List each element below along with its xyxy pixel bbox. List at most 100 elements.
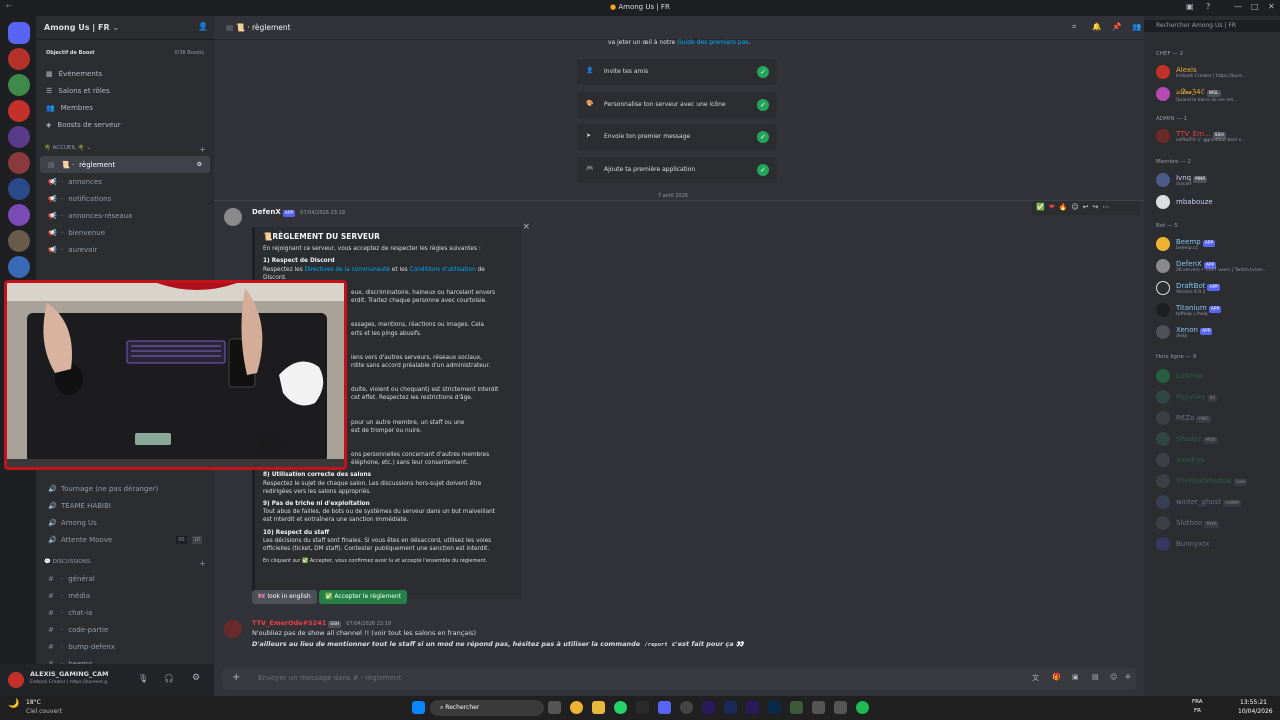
- clock-time[interactable]: 13:55:21: [1240, 699, 1267, 706]
- member-item[interactable]: Slothoo MNR: [1156, 513, 1219, 533]
- heart-reaction-icon[interactable]: ❤: [1049, 203, 1055, 213]
- task-view-icon[interactable]: [548, 701, 561, 714]
- forward-icon[interactable]: ↪: [1093, 203, 1099, 213]
- avatar[interactable]: [8, 672, 24, 688]
- search-input[interactable]: Rechercher Among Us | FR: [1144, 20, 1280, 32]
- server-icon[interactable]: [8, 74, 30, 96]
- audition-icon[interactable]: [724, 701, 737, 714]
- add-channel-icon[interactable]: +: [199, 559, 206, 568]
- avatar[interactable]: [224, 208, 242, 226]
- menu-channels-roles[interactable]: ☰ Salons et rôles: [36, 83, 214, 100]
- taskbar-search[interactable]: ⌕ Rechercher: [430, 700, 544, 716]
- author-name[interactable]: DefenX: [252, 208, 281, 216]
- windows-start-icon[interactable]: [412, 701, 425, 714]
- reply-icon[interactable]: ↩: [1083, 203, 1089, 213]
- minimize-icon[interactable]: —: [1234, 2, 1242, 11]
- menu-boosts[interactable]: ◈ Boosts de serveur: [36, 117, 214, 134]
- member-item[interactable]: Popy0xe Kll: [1156, 387, 1217, 407]
- voice-channel[interactable]: 🔊 Among Us: [40, 514, 210, 531]
- channel-beemo[interactable]: # · beemo: [40, 655, 210, 665]
- server-icon[interactable]: [8, 126, 30, 148]
- member-item[interactable]: TTV_Em... SSH selfbot.fr // .gg/selfbot be…: [1156, 126, 1245, 146]
- back-arrow-icon[interactable]: ←: [6, 2, 12, 10]
- add-attachment-icon[interactable]: +: [232, 672, 240, 683]
- close-icon[interactable]: ✕: [1268, 2, 1275, 11]
- guidelines-link[interactable]: Directives de la communauté: [305, 267, 390, 273]
- more-icon[interactable]: ⋯: [1102, 203, 1109, 213]
- microphone-icon[interactable]: 🎙: [138, 674, 148, 683]
- obs-icon[interactable]: [680, 701, 693, 714]
- author-name[interactable]: TTV_EmerOde#5241: [252, 619, 326, 627]
- file-explorer-icon[interactable]: [592, 701, 605, 714]
- translate-icon[interactable]: 文: [1032, 673, 1039, 683]
- server-icon[interactable]: [8, 204, 30, 226]
- server-icon[interactable]: [8, 48, 30, 70]
- server-icon[interactable]: [8, 256, 30, 278]
- channel-reglement[interactable]: ▤ 📜 · règlement ⚙: [40, 156, 210, 173]
- category-discussions[interactable]: 💬 DISCUSSIONS +: [36, 552, 214, 570]
- member-item[interactable]: DraftBot APP Version 6.9.2: [1156, 278, 1220, 298]
- checklist-message[interactable]: ➤ Envoie ton premier message ✓: [577, 124, 777, 150]
- channel-bump-defenx[interactable]: # · bump-defenx: [40, 638, 210, 655]
- accept-rules-button[interactable]: ✅ Accepter le règlement: [319, 590, 408, 604]
- spotify-icon[interactable]: [856, 701, 869, 714]
- language[interactable]: FRA: [1192, 699, 1203, 705]
- message-input[interactable]: + Envoyer un message dans # · règlement …: [222, 668, 1136, 690]
- add-member-icon[interactable]: 👤: [198, 22, 208, 31]
- member-item[interactable]: Shadyz MNR: [1156, 429, 1218, 449]
- channel-general[interactable]: # · général: [40, 570, 210, 587]
- menu-members[interactable]: 👥 Membres: [36, 100, 214, 117]
- voice-channel[interactable]: 🔊 TEAME HABIBI: [40, 497, 210, 514]
- headset-icon[interactable]: 🎧: [164, 674, 174, 683]
- terms-link[interactable]: Conditions d'utilisation: [410, 267, 476, 273]
- search-app-icon[interactable]: [636, 701, 649, 714]
- server-icon[interactable]: [8, 152, 30, 174]
- member-item[interactable]: Bunnyxtx: [1156, 534, 1209, 554]
- app-icon[interactable]: [812, 701, 825, 714]
- close-embed-icon[interactable]: ×: [522, 222, 530, 231]
- premiere-icon[interactable]: [702, 701, 715, 714]
- category-accueil[interactable]: 🌴 ACCUEIL 🌴 ⌄ +: [36, 138, 214, 156]
- pin-icon[interactable]: 📌: [1112, 22, 1121, 31]
- member-item[interactable]: Luishoo: [1156, 366, 1203, 386]
- avatar[interactable]: [224, 620, 242, 638]
- user-settings-icon[interactable]: ⚙: [192, 673, 200, 683]
- english-button[interactable]: 🇬🇧 look in english: [252, 590, 317, 604]
- member-item[interactable]: Alexis Embark Creator | https://kure...: [1156, 62, 1246, 82]
- member-item[interactable]: winter_ghost HNNM: [1156, 492, 1242, 512]
- fire-reaction-icon[interactable]: 🔥: [1059, 203, 1068, 213]
- channel-code-partie[interactable]: # · code-partie: [40, 621, 210, 638]
- emoji-icon[interactable]: ☺: [1110, 673, 1117, 681]
- member-item[interactable]: Ivnq MNR/nacelr: [1156, 170, 1208, 190]
- server-icon[interactable]: [8, 100, 30, 122]
- channel-annonces[interactable]: 📢 · annonces: [40, 173, 210, 190]
- member-item[interactable]: TheRealShadow Sabi: [1156, 471, 1248, 491]
- discord-home-icon[interactable]: [8, 22, 30, 44]
- channel-annonces-reseaux[interactable]: 📢 · annonces-réseaux: [40, 207, 210, 224]
- download-icon[interactable]: [790, 701, 803, 714]
- settings-icon[interactable]: ⚙: [197, 161, 202, 168]
- check-reaction-icon[interactable]: ✅: [1036, 203, 1045, 213]
- sticker-icon[interactable]: ▤: [1092, 673, 1099, 681]
- app-icon[interactable]: [834, 701, 847, 714]
- apps-icon[interactable]: ⁜: [1125, 673, 1131, 681]
- server-header[interactable]: Among Us | FR ⌄ 👤: [36, 16, 214, 40]
- channel-bienvenue[interactable]: 📢 · bienvenue: [40, 224, 210, 241]
- member-item[interactable]: R€Zo HNG: [1156, 408, 1211, 428]
- gif-icon[interactable]: ▣: [1072, 673, 1079, 681]
- server-icon[interactable]: [8, 230, 30, 252]
- gift-icon[interactable]: 🎁: [1052, 673, 1061, 681]
- member-item[interactable]: Titanium APP tpfhelp | /help: [1156, 300, 1222, 320]
- channel-media[interactable]: # · média: [40, 587, 210, 604]
- members-list-icon[interactable]: 👥: [1132, 22, 1141, 31]
- add-channel-icon[interactable]: +: [199, 145, 206, 154]
- channel-chat-ia[interactable]: # · chat-ia: [40, 604, 210, 621]
- clock-date[interactable]: 10/04/2026: [1238, 708, 1273, 715]
- add-reaction-icon[interactable]: ☺: [1071, 203, 1078, 213]
- checklist-icon[interactable]: 🎨 Personnalise ton serveur avec une icône…: [577, 92, 777, 118]
- guide-link[interactable]: Guide des premiers pas: [677, 39, 748, 46]
- channel-aurevoir[interactable]: 📢 · aurevoir: [40, 241, 210, 258]
- discord-icon[interactable]: [658, 701, 671, 714]
- after-effects-icon[interactable]: [746, 701, 759, 714]
- menu-events[interactable]: ▦ Événements: [36, 66, 214, 83]
